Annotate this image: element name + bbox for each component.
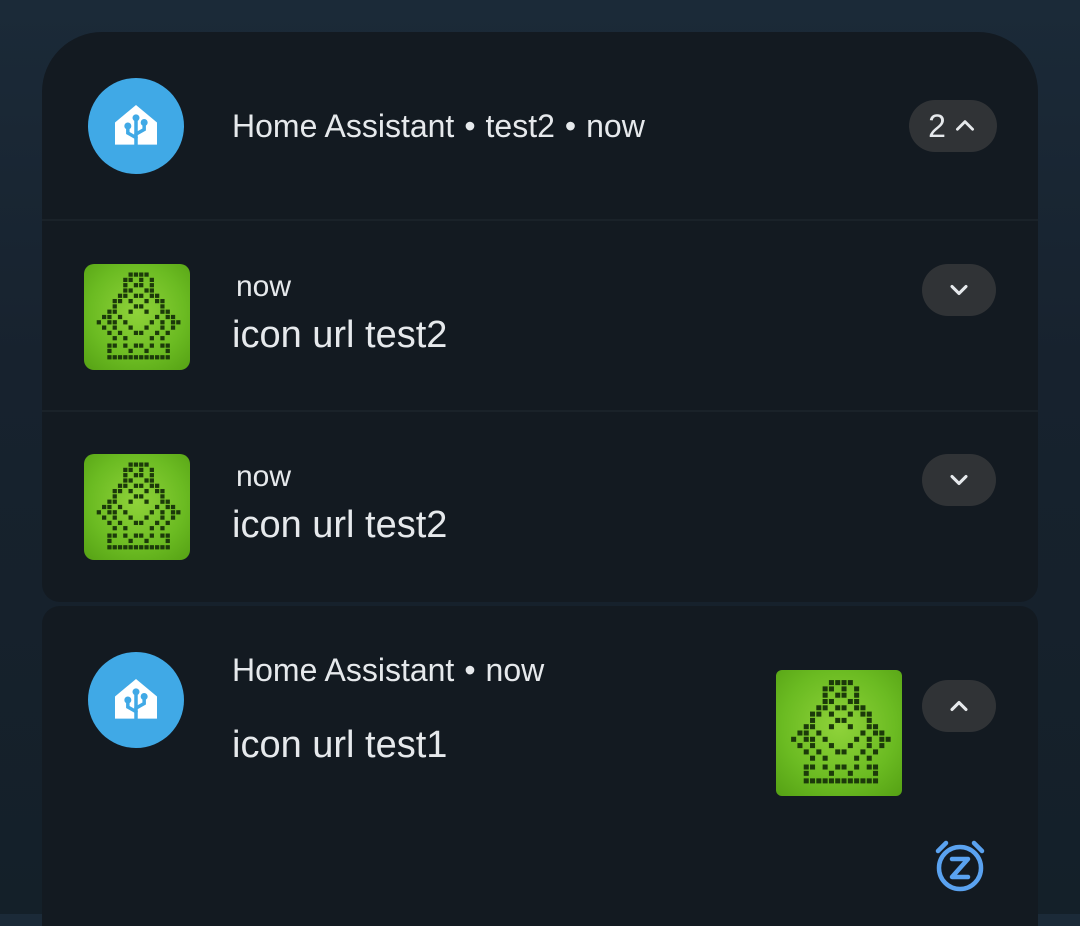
group-sub-text: test2 [485, 108, 555, 144]
chevron-down-icon [950, 474, 968, 486]
home-assistant-app-icon [88, 652, 184, 748]
child-expand-button[interactable] [922, 264, 996, 316]
notification-thumbnail-image [84, 454, 190, 560]
home-assistant-logo-icon [113, 103, 159, 147]
snooze-button[interactable] [932, 838, 988, 894]
notification-group-card[interactable]: Home Assistant • test2 • now 2 now icon url … [42, 32, 1038, 602]
notification-stack: Home Assistant • test2 • now 2 now icon url … [42, 32, 1038, 926]
snooze-icon [935, 840, 985, 892]
pixel-art-image [791, 680, 891, 784]
chevron-up-icon [950, 700, 968, 712]
notification-header: Home Assistant • now [232, 650, 544, 690]
notification-collapse-button[interactable] [922, 680, 996, 732]
pixel-art-image [96, 272, 181, 360]
notification-time: now [485, 652, 545, 688]
home-assistant-logo-icon [113, 677, 159, 721]
notification-card[interactable]: Home Assistant • now icon url test1 [42, 606, 1038, 926]
pixel-art-image [96, 462, 181, 550]
group-count: 2 [928, 107, 946, 144]
group-expand-button[interactable]: 2 [909, 100, 997, 152]
child-message: icon url test2 [232, 314, 448, 356]
group-time: now [586, 108, 645, 144]
home-assistant-app-icon [88, 78, 184, 174]
notification-large-image [776, 670, 902, 796]
child-time: now [236, 270, 292, 303]
group-app-name: Home Assistant [232, 108, 455, 144]
divider [42, 410, 1038, 412]
separator-dot: • [464, 108, 476, 144]
child-time: now [236, 460, 292, 493]
notification-thumbnail-image [84, 264, 190, 370]
notification-message: icon url test1 [232, 724, 448, 766]
child-expand-button[interactable] [922, 454, 996, 506]
chevron-down-icon [950, 284, 968, 296]
divider [42, 219, 1038, 221]
chevron-up-icon [955, 120, 974, 131]
group-header: Home Assistant • test2 • now [232, 106, 645, 146]
separator-dot: • [464, 652, 476, 688]
notification-app-name: Home Assistant [232, 652, 455, 688]
child-message: icon url test2 [232, 504, 448, 546]
separator-dot: • [564, 108, 577, 144]
